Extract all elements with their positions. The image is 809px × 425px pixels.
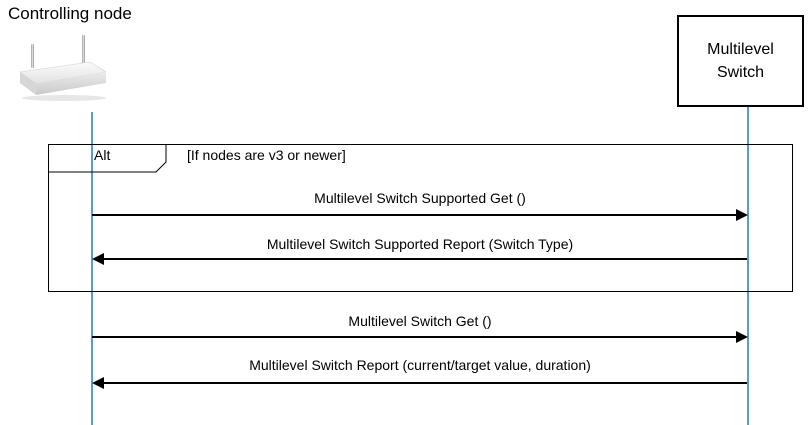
alt-operator-label: Alt [94, 147, 111, 163]
switch-label-line1: Multilevel [707, 41, 774, 58]
controlling-node-label: Controlling node [8, 4, 132, 23]
switch-label-line2: Switch [716, 64, 765, 81]
alt-guard-condition: [If nodes are v3 or newer] [187, 147, 346, 163]
arrowhead-report [92, 377, 104, 389]
message-label-get: Multilevel Switch Get () [348, 313, 492, 329]
multilevel-switch-box: Multilevel Switch [677, 15, 804, 107]
message-label-supported-get: Multilevel Switch Supported Get () [314, 190, 526, 206]
router-icon [14, 32, 110, 104]
message-label-supported-report: Multilevel Switch Supported Report (Swit… [266, 236, 574, 252]
alt-fragment-tag [48, 144, 167, 173]
message-label-report: Multilevel Switch Report (current/target… [249, 357, 591, 373]
